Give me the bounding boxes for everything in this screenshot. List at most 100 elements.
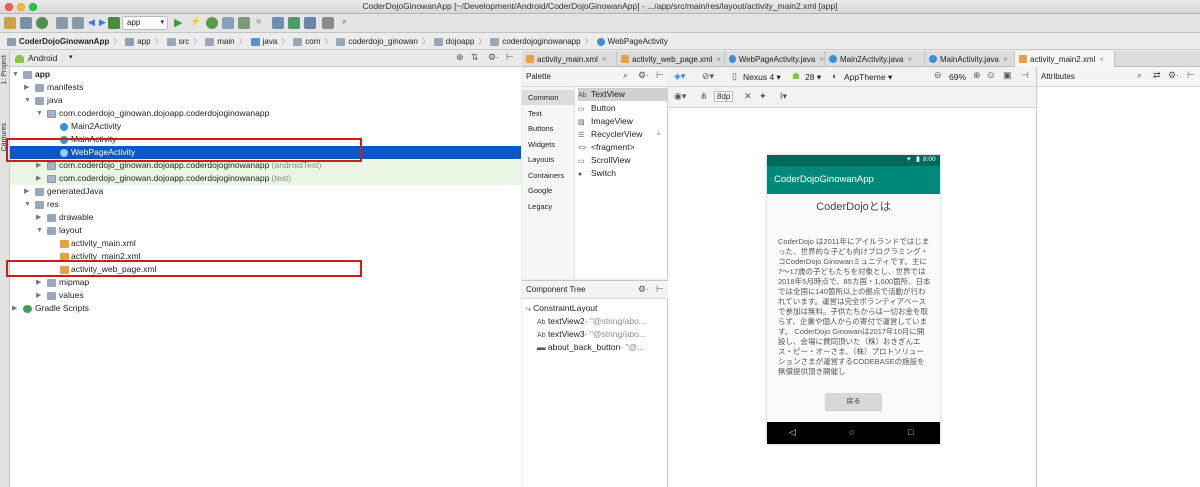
expanded-arrow-icon[interactable]: ▼ <box>12 68 19 81</box>
run-configuration-select[interactable]: app ▾ <box>122 16 168 30</box>
project-view-mode-select[interactable]: Android <box>28 53 57 63</box>
breadcrumb-item-dojoapp[interactable]: dojoapp <box>431 37 477 46</box>
gear-icon[interactable]: ⚙· <box>638 284 649 295</box>
palette-item-button[interactable]: ▭ Button <box>578 102 616 115</box>
undo-icon[interactable] <box>56 17 68 29</box>
zoom-out-icon[interactable]: ⊖ <box>934 70 942 81</box>
tab-main2activity-java[interactable]: Main2Activity.java × <box>825 51 925 67</box>
forward-arrow-icon[interactable]: ▶ <box>99 17 106 28</box>
tree-node-java[interactable]: ▼ java <box>10 94 521 107</box>
collapse-all-icon[interactable]: ⇅ <box>471 52 479 63</box>
tree-node-activity-main-xml[interactable]: activity_main.xml <box>10 237 521 250</box>
collapsed-arrow-icon[interactable]: ▶ <box>24 185 29 198</box>
redo-icon[interactable] <box>72 17 84 29</box>
device-explorer-icon[interactable] <box>322 17 334 29</box>
about-back-button[interactable]: 戻る <box>825 393 882 410</box>
palette-category-containers[interactable]: Containers <box>522 168 575 183</box>
download-icon[interactable]: ⤓ <box>657 128 661 138</box>
tree-node-generatedjava[interactable]: ▶ generatedJava <box>10 185 521 198</box>
orientation-icon[interactable]: ⊘▾ <box>702 71 714 82</box>
tree-node-gradle-scripts[interactable]: ▶ Gradle Scripts <box>10 302 521 315</box>
gear-icon[interactable]: ⚙· <box>488 52 499 63</box>
hide-panel-icon[interactable]: ⊣ <box>1021 70 1029 81</box>
gear-icon[interactable]: ⚙· <box>1168 70 1179 81</box>
zoom-in-icon[interactable]: ⊕ <box>973 70 981 81</box>
sdk-manager-icon[interactable] <box>272 17 284 29</box>
clear-constraints-icon[interactable]: ✕ <box>744 91 752 102</box>
chevron-down-icon[interactable]: ▾ <box>69 53 73 61</box>
save-all-icon[interactable] <box>20 17 32 29</box>
component-tree-item[interactable]: ▬ about_back_button- "@... <box>537 341 644 354</box>
palette-category-google[interactable]: Google <box>522 183 575 198</box>
breadcrumb-item-src[interactable]: src <box>164 37 193 46</box>
tree-node-mipmap[interactable]: ▶ mipmap <box>10 276 521 289</box>
tree-node-app[interactable]: ▼ app <box>10 68 521 81</box>
warnings-icon[interactable]: ▣ <box>1003 70 1012 81</box>
swap-view-icon[interactable]: ⇄ <box>1153 70 1161 81</box>
api-level-select[interactable]: 28 ▾ <box>805 72 821 83</box>
palette-category-widgets[interactable]: Widgets <box>522 137 575 152</box>
close-tab-icon[interactable]: × <box>1099 52 1104 67</box>
component-tree-item[interactable]: Ab textView2- "@string/abo... <box>537 315 646 328</box>
search-everywhere-icon[interactable]: ⌕ <box>342 16 347 27</box>
collapsed-arrow-icon[interactable]: ▶ <box>36 172 41 185</box>
avd-manager-icon[interactable] <box>288 17 300 29</box>
heading-textview[interactable]: CoderDojoとは <box>767 198 940 214</box>
collapsed-arrow-icon[interactable]: ▶ <box>36 276 41 289</box>
sync-icon[interactable] <box>36 17 48 29</box>
palette-category-common[interactable]: Common <box>522 90 575 105</box>
close-tab-icon[interactable]: × <box>819 52 824 67</box>
palette-item-scrollview[interactable]: ▭ ScrollView <box>578 154 631 167</box>
tree-node-layout[interactable]: ▼ layout <box>10 224 521 237</box>
attach-debugger-icon[interactable] <box>238 17 250 29</box>
palette-item-fragment[interactable]: <> <fragment> <box>578 141 634 154</box>
palette-item-imageview[interactable]: ▨ ImageView <box>578 115 633 128</box>
tab-activity-main-xml[interactable]: activity_main.xml × <box>522 51 617 67</box>
view-options-eye-icon[interactable]: ◉▾ <box>674 91 686 102</box>
collapsed-arrow-icon[interactable]: ▶ <box>36 211 41 224</box>
collapsed-arrow-icon[interactable]: ▶ <box>12 302 17 315</box>
nav-back-icon[interactable]: ◁ <box>789 427 796 438</box>
device-select[interactable]: Nexus 4 ▾ <box>743 72 781 83</box>
palette-item-switch[interactable]: ● Switch <box>578 167 616 180</box>
project-structure-icon[interactable] <box>304 17 316 29</box>
breadcrumb-item-project[interactable]: CoderDojoGinowanApp <box>4 37 112 46</box>
expanded-arrow-icon[interactable]: ▼ <box>24 94 31 107</box>
tree-node-package-test[interactable]: ▶ com.coderdojo_ginowan.dojoapp.coderdoj… <box>10 172 521 185</box>
search-icon[interactable]: ⌕ <box>1137 70 1142 81</box>
hide-panel-icon[interactable]: ⊢ <box>1187 70 1195 81</box>
breadcrumb-item-webpageactivity[interactable]: WebPageActivity <box>594 37 671 46</box>
hide-panel-icon[interactable]: ⊢ <box>656 70 664 81</box>
breadcrumb-item-app[interactable]: app <box>122 37 153 46</box>
tree-node-values[interactable]: ▶ values <box>10 289 521 302</box>
tree-node-main2activity[interactable]: Main2Activity <box>10 120 521 133</box>
open-folder-icon[interactable] <box>4 17 16 29</box>
tree-node-res[interactable]: ▼ res <box>10 198 521 211</box>
palette-item-textview[interactable]: Ab TextView <box>578 88 668 101</box>
scroll-from-source-icon[interactable]: ⊕ <box>456 52 464 63</box>
expanded-arrow-icon[interactable]: ▼ <box>36 107 43 120</box>
tab-activity-main2-xml[interactable]: activity_main2.xml × <box>1015 51 1115 67</box>
close-tab-icon[interactable]: × <box>716 52 721 67</box>
theme-select[interactable]: AppTheme ▾ <box>844 72 892 83</box>
tree-node-package-main[interactable]: ▼ com.coderdojo_ginowan.dojoapp.coderdoj… <box>10 107 521 120</box>
hide-panel-icon[interactable]: ⊢ <box>656 284 664 295</box>
palette-category-layouts[interactable]: Layouts <box>522 152 575 167</box>
search-icon[interactable]: ⌕ <box>623 70 628 81</box>
make-project-hammer-icon[interactable] <box>108 17 120 29</box>
component-tree-root[interactable]: ⤷ ConstraintLayout <box>526 302 597 315</box>
layers-icon[interactable]: ◈▾ <box>674 71 685 82</box>
hide-panel-icon[interactable]: ⊢ <box>506 52 514 63</box>
gear-icon[interactable]: ⚙· <box>638 70 649 81</box>
palette-category-buttons[interactable]: Buttons <box>522 121 575 136</box>
palette-category-text[interactable]: Text <box>522 106 575 121</box>
back-arrow-icon[interactable]: ◀ <box>88 17 95 28</box>
collapsed-arrow-icon[interactable]: ▶ <box>36 289 41 302</box>
body-textview[interactable]: CoderDojo は2011年にアイルランドではじまった、世界的な子ども向けプ… <box>778 237 931 384</box>
tree-node-drawable[interactable]: ▶ drawable <box>10 211 521 224</box>
default-margin-select[interactable]: 8dp <box>714 91 734 102</box>
breadcrumb-item-com[interactable]: com <box>290 37 323 46</box>
nav-home-icon[interactable]: ○ <box>849 427 854 437</box>
profile-icon[interactable] <box>222 17 234 29</box>
breadcrumb-item-main[interactable]: main <box>202 37 237 46</box>
